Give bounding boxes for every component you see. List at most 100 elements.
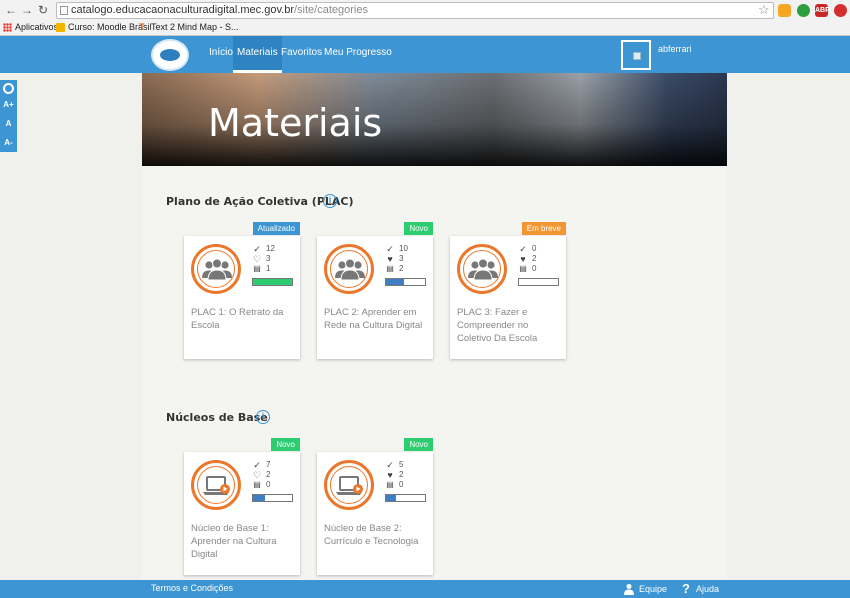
- url-path: /site/categories: [294, 4, 368, 16]
- font-increase-button[interactable]: A+: [0, 100, 17, 109]
- card-title[interactable]: Núcleo de Base 2: Currículo e Tecnologia: [324, 522, 428, 548]
- text2mindmap-icon: T: [139, 21, 145, 32]
- completed-stat: ✓ 12: [252, 244, 275, 254]
- site-footer: Termos e Condições Equipe ? Ajuda: [0, 580, 850, 598]
- material-icon-ring: [191, 460, 241, 510]
- back-icon[interactable]: ←: [4, 3, 18, 17]
- adblock-icon[interactable]: ABP: [815, 4, 830, 17]
- forward-icon[interactable]: →: [20, 3, 34, 17]
- favorites-count: 2: [532, 254, 537, 263]
- bookmark-label: Text 2 Mind Map - S...: [151, 22, 239, 32]
- completed-count: 12: [266, 244, 275, 253]
- laptop-play-icon: [197, 466, 235, 504]
- progress-bar: [518, 278, 559, 286]
- heart-icon[interactable]: ♡: [252, 254, 262, 264]
- browser-chrome: ← → ↻ catalogo.educacaonaculturadigital.…: [0, 0, 850, 36]
- help-link[interactable]: ? Ajuda: [680, 582, 719, 595]
- info-icon[interactable]: i: [323, 194, 337, 208]
- site-logo[interactable]: [151, 39, 189, 71]
- progress-fill: [253, 495, 265, 501]
- people-group-icon: [330, 250, 368, 288]
- favorites-stat: ♡ 3: [252, 254, 275, 264]
- username[interactable]: abferrari: [658, 44, 692, 54]
- favorites-count: 2: [399, 470, 404, 479]
- user-avatar[interactable]: [621, 40, 651, 70]
- person-icon: [624, 584, 634, 595]
- rating-count: 0: [532, 264, 537, 273]
- terms-link[interactable]: Termos e Condições: [151, 583, 233, 593]
- laptop-play-icon: [330, 466, 368, 504]
- heart-icon[interactable]: ♡: [252, 470, 262, 480]
- nav-favoritos[interactable]: Favoritos: [277, 36, 326, 73]
- progress-fill: [253, 279, 292, 285]
- font-decrease-button[interactable]: A-: [0, 138, 17, 147]
- rating-icon: ▤: [519, 264, 527, 273]
- page-icon: [60, 6, 68, 15]
- material-card[interactable]: Novo ✓ 7 ♡ 2 ▤ 0 Núcleo de Base 1: Aprender na …: [184, 438, 300, 575]
- rating-stat: ▤ 0: [518, 264, 536, 274]
- nav-meu-progresso[interactable]: Meu Progresso: [320, 36, 396, 73]
- people-group-icon: [463, 250, 501, 288]
- favorites-count: 2: [266, 470, 271, 479]
- accessibility-bar: A+ A A-: [0, 80, 17, 152]
- rating-count: 2: [399, 264, 404, 273]
- card-stats: ✓ 12 ♡ 3 ▤ 1: [252, 244, 275, 274]
- completed-stat: ✓ 7: [252, 460, 270, 470]
- info-icon[interactable]: i: [256, 410, 270, 424]
- completed-count: 5: [399, 460, 404, 469]
- completed-stat: ✓ 5: [385, 460, 403, 470]
- card-stats: ✓ 7 ♡ 2 ▤ 0: [252, 460, 271, 490]
- rating-icon: ▤: [253, 264, 261, 273]
- folder-icon: [56, 22, 65, 32]
- section-title-nucleos: Núcleos de Base: [166, 411, 268, 424]
- rating-stat: ▤ 1: [252, 264, 275, 274]
- status-badge: Novo: [271, 438, 300, 451]
- nav-materiais[interactable]: Materiais: [233, 36, 282, 73]
- reload-icon[interactable]: ↻: [36, 3, 50, 17]
- rating-count: 0: [266, 480, 271, 489]
- rating-stat: ▤ 0: [385, 480, 403, 490]
- card-title[interactable]: PLAC 2: Aprender em Rede na Cultura Digi…: [324, 306, 428, 332]
- favorites-count: 3: [266, 254, 271, 263]
- bookmark-star-icon[interactable]: ☆: [758, 3, 770, 16]
- extension-icon[interactable]: [778, 4, 791, 17]
- status-badge: Em breve: [521, 222, 566, 235]
- extension-icon[interactable]: [834, 4, 847, 17]
- team-link[interactable]: Equipe: [623, 583, 667, 595]
- rating-stat: ▤ 2: [385, 264, 408, 274]
- heart-icon[interactable]: ♥: [385, 470, 395, 480]
- material-card[interactable]: Em breve ✓ 0 ♥ 2 ▤ 0 PLAC 3: Fazer e Compreende…: [450, 222, 566, 359]
- team-label: Equipe: [639, 584, 668, 594]
- progress-bar: [252, 494, 293, 502]
- card-title[interactable]: PLAC 3: Fazer e Compreender no Coletivo …: [457, 306, 561, 345]
- completed-stat: ✓ 10: [385, 244, 408, 254]
- contrast-icon[interactable]: [3, 83, 14, 94]
- heart-icon[interactable]: ♥: [518, 254, 528, 264]
- check-icon: ✓: [386, 244, 394, 254]
- bookmark-apps[interactable]: Aplicativos: [3, 21, 58, 33]
- heart-icon[interactable]: ♥: [385, 254, 395, 264]
- url-host: catalogo.educacaonaculturadigital.mec.go…: [71, 4, 294, 16]
- rating-icon: ▤: [253, 480, 261, 489]
- material-icon-ring: [324, 244, 374, 294]
- page-title: Materiais: [208, 101, 383, 145]
- bookmark-moodle[interactable]: Curso: Moodle Brasil: [56, 21, 152, 33]
- status-badge: Novo: [404, 222, 433, 235]
- material-card[interactable]: Atualizado ✓ 12 ♡ 3 ▤ 1 PLAC 1: O Retrato da Es…: [184, 222, 300, 359]
- check-icon: ✓: [519, 244, 527, 254]
- favorites-stat: ♥ 2: [385, 470, 403, 480]
- bookmark-text2mindmap[interactable]: T Text 2 Mind Map - S...: [139, 21, 239, 33]
- address-bar[interactable]: catalogo.educacaonaculturadigital.mec.go…: [56, 2, 774, 19]
- extension-icon[interactable]: [797, 4, 810, 17]
- material-card[interactable]: Novo ✓ 5 ♥ 2 ▤ 0 Núcleo de Base 2: Currículo e …: [317, 438, 433, 575]
- card-stats: ✓ 0 ♥ 2 ▤ 0: [518, 244, 536, 274]
- material-card[interactable]: Novo ✓ 10 ♥ 3 ▤ 2 PLAC 2: Aprender em Rede na C…: [317, 222, 433, 359]
- card-title[interactable]: Núcleo de Base 1: Aprender na Cultura Di…: [191, 522, 295, 561]
- progress-fill: [386, 495, 396, 501]
- check-icon: ✓: [386, 460, 394, 470]
- font-default-button[interactable]: A: [0, 119, 17, 128]
- progress-bar: [385, 494, 426, 502]
- apps-grid-icon: [3, 22, 12, 32]
- completed-stat: ✓ 0: [518, 244, 536, 254]
- card-title[interactable]: PLAC 1: O Retrato da Escola: [191, 306, 295, 332]
